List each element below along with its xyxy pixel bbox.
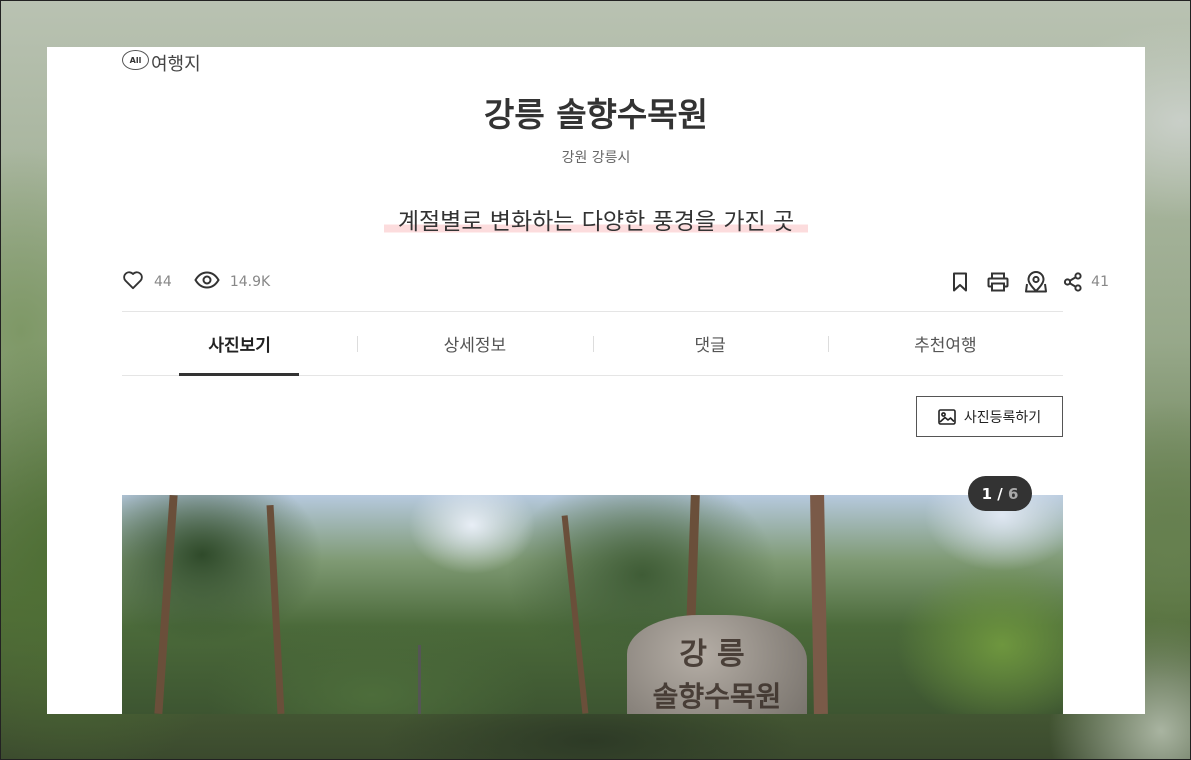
gallery-counter: 1 / 6 <box>968 476 1032 511</box>
heart-icon <box>122 270 144 294</box>
page-background: All 여행지 강릉 솔향수목원 강원 강릉시 계절별로 변화하는 다양한 풍경… <box>0 0 1191 760</box>
image-icon <box>938 408 956 425</box>
sign-line-1: 강릉 <box>679 637 755 672</box>
gallery-current: 1 <box>981 484 993 503</box>
share-icon <box>1064 272 1082 292</box>
like-button[interactable]: 44 <box>122 270 172 294</box>
tagline: 계절별로 변화하는 다양한 풍경을 가진 곳 <box>383 202 809 236</box>
arboretum-sign-stone: 강릉 솔향수목원 <box>627 615 807 714</box>
all-bubble-icon: All <box>122 50 149 70</box>
gallery-photo[interactable]: 강릉 솔향수목원 <box>122 495 1063 714</box>
tab-details[interactable]: 상세정보 <box>357 312 592 375</box>
category-tag[interactable]: All 여행지 <box>122 48 201 78</box>
category-label: 여행지 <box>151 54 201 75</box>
bookmark-button[interactable] <box>949 271 971 293</box>
tree-trunk <box>266 504 285 714</box>
content-tabs: 사진보기 상세정보 댓글 추천여행 <box>122 311 1063 376</box>
detail-card: All 여행지 강릉 솔향수목원 강원 강릉시 계절별로 변화하는 다양한 풍경… <box>47 47 1145 714</box>
stats-left: 44 14.9K <box>122 270 270 294</box>
region-label: 강원 강릉시 <box>561 150 631 166</box>
share-count: 41 <box>1091 274 1109 290</box>
views-stat: 14.9K <box>194 271 270 293</box>
view-count: 14.9K <box>229 274 271 290</box>
sign-line-2: 솔향수목원 <box>652 680 782 713</box>
eye-icon <box>194 271 220 293</box>
tab-comments[interactable]: 댓글 <box>592 312 828 375</box>
gallery-total: 6 <box>1007 484 1019 503</box>
print-button[interactable] <box>987 271 1009 293</box>
bookmark-icon <box>953 272 968 292</box>
map-pin-icon <box>1025 271 1048 293</box>
stats-bar: 44 14.9K 41 <box>122 267 1109 297</box>
share-button[interactable]: 41 <box>1063 272 1109 292</box>
lamp-post <box>418 645 421 714</box>
tree-trunk <box>154 495 178 714</box>
tree-trunk <box>561 515 589 714</box>
map-button[interactable] <box>1025 271 1048 293</box>
upload-photo-label: 사진등록하기 <box>963 409 1042 426</box>
gallery-separator: / <box>992 484 1008 503</box>
tagline-wrap: 계절별로 변화하는 다양한 풍경을 가진 곳 <box>47 202 1145 236</box>
stats-right: 41 <box>949 271 1109 293</box>
upload-photo-button[interactable]: 사진등록하기 <box>916 396 1063 437</box>
print-icon <box>987 272 1009 292</box>
tab-photos[interactable]: 사진보기 <box>122 312 357 376</box>
tab-recommended[interactable]: 추천여행 <box>827 312 1063 375</box>
like-count: 44 <box>154 274 172 290</box>
tree-trunk <box>810 495 828 714</box>
page-title: 강릉 솔향수목원 <box>483 95 708 134</box>
